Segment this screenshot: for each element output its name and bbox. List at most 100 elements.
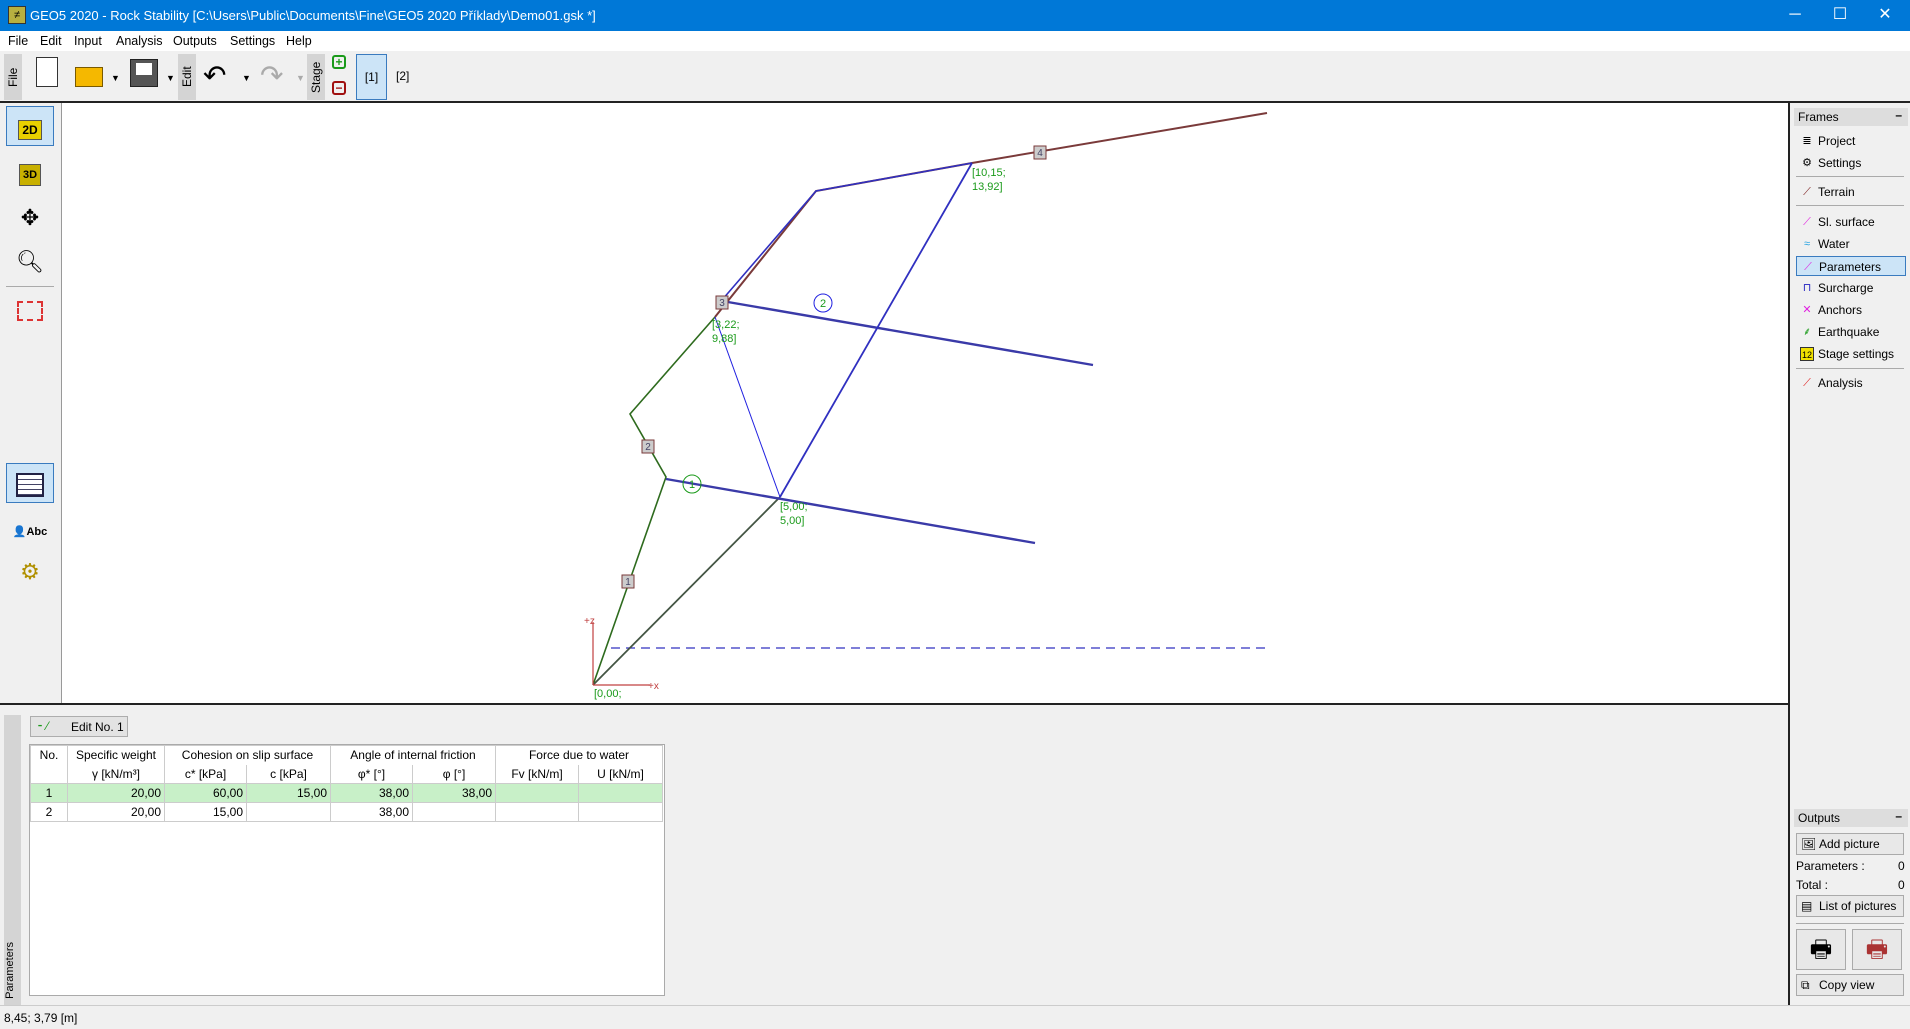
right-panel: Frames – ≣ Project ⚙ Settings ⟋ Terrain ⟋ Sl.… — [1788, 103, 1910, 1005]
table-icon — [16, 473, 44, 498]
zoom-magnifier-icon: 🔍︎ — [16, 249, 44, 274]
outputs-header: Outputs – — [1794, 809, 1908, 827]
frame-water[interactable]: ≈ Water — [1796, 234, 1906, 254]
frame-anchors[interactable]: ✕ Anchors — [1796, 300, 1906, 320]
drawing-canvas[interactable]: +z +x [10,15; 13,92] [3,22; 9,88] [5,00;… — [62, 103, 1788, 703]
frame-analysis[interactable]: ⟋ Analysis — [1796, 373, 1906, 393]
point-label: 13,92] — [972, 181, 1003, 193]
edit-button[interactable]: ⁃ ⁄ Edit No. 1 — [30, 716, 128, 737]
stage-tab-1[interactable]: [1] — [356, 54, 387, 100]
add-picture-button[interactable]: 🖼︎ Add picture — [1796, 833, 1904, 855]
cell — [246, 802, 331, 822]
frame-settings[interactable]: ⚙ Settings — [1796, 153, 1906, 173]
parameters-tab-label: Parameters — [4, 942, 16, 999]
col-header-water: Force due to water — [495, 745, 663, 765]
menu-file[interactable]: File — [8, 34, 28, 48]
frame-label: Earthquake — [1818, 325, 1880, 339]
water-icon: ≈ — [1803, 238, 1811, 250]
pan-button[interactable]: ✥ — [6, 197, 54, 237]
frame-label: Analysis — [1818, 376, 1863, 390]
print-button[interactable]: 🖶 — [1796, 929, 1846, 970]
terrain-point-label: 3 — [719, 298, 725, 309]
cell — [495, 802, 579, 822]
open-dropdown-arrow[interactable]: ▼ — [111, 73, 120, 83]
gear-icon: ⚙ — [20, 559, 40, 584]
parameters-side-tab[interactable]: Parameters — [4, 715, 21, 1005]
add-stage-icon[interactable]: + — [332, 55, 346, 69]
add-picture-label: Add picture — [1819, 837, 1880, 851]
frame-earthquake[interactable]: ⸙ Earthquake — [1796, 322, 1906, 342]
frame-project[interactable]: ≣ Project — [1796, 131, 1906, 151]
menu-edit[interactable]: Edit — [40, 34, 62, 48]
undo-dropdown-arrow[interactable]: ▼ — [242, 73, 251, 83]
subheader-phi: φ [°] — [412, 764, 496, 784]
maximize-button[interactable]: ☐ — [1820, 4, 1860, 26]
labels-button[interactable]: 👤Abc — [6, 507, 54, 547]
separator — [1796, 368, 1904, 369]
zoom-button[interactable]: 🔍︎ — [6, 241, 54, 281]
menu-settings[interactable]: Settings — [230, 34, 275, 48]
cell: 20,00 — [67, 783, 165, 803]
copy-view-label: Copy view — [1819, 978, 1875, 992]
cell — [578, 783, 663, 803]
new-file-icon[interactable] — [36, 57, 58, 87]
cell: 15,00 — [246, 783, 331, 803]
table-row[interactable]: 2 20,00 15,00 38,00 — [30, 802, 663, 822]
slip-surface-top — [721, 162, 973, 301]
view-2d-button[interactable]: 2D — [6, 106, 54, 146]
slip-surface-icon: ⟋ — [1803, 216, 1811, 228]
point-label: [3,22; — [712, 319, 740, 331]
stage-group-label: Stage — [307, 54, 325, 100]
minimize-button[interactable]: ─ — [1775, 4, 1815, 26]
print-pdf-button[interactable]: 🖶 — [1852, 929, 1902, 970]
save-dropdown-arrow[interactable]: ▼ — [166, 73, 175, 83]
gear-icon: ⚙ — [1802, 157, 1812, 169]
parameters-table[interactable]: No. Specific weight Cohesion on slip sur… — [29, 744, 665, 996]
frame-label: Stage settings — [1818, 347, 1895, 361]
menu-help[interactable]: Help — [286, 34, 312, 48]
menu-outputs[interactable]: Outputs — [173, 34, 217, 48]
close-button[interactable]: ✕ — [1865, 4, 1905, 26]
terrain-point-label: 4 — [1037, 148, 1043, 159]
frames-collapse-button[interactable]: – — [1895, 108, 1902, 122]
move-arrows-icon: ✥ — [20, 205, 40, 230]
cursor-coordinates: 8,45; 3,79 [m] — [4, 1011, 78, 1025]
surcharge-icon: ⊓ — [1802, 282, 1812, 294]
cell: 15,00 — [164, 802, 247, 822]
table-row[interactable]: 1 20,00 60,00 15,00 38,00 38,00 — [30, 783, 663, 803]
table-view-button[interactable] — [6, 463, 54, 503]
cell: 20,00 — [67, 802, 165, 822]
copy-view-button[interactable]: ⧉ Copy view — [1796, 974, 1904, 996]
undo-icon[interactable]: ↶ — [203, 59, 226, 93]
outputs-collapse-button[interactable]: – — [1895, 809, 1902, 823]
point-label: 9,88] — [712, 333, 736, 345]
frame-label: Sl. surface — [1818, 215, 1875, 229]
point-label: 5,00] — [780, 515, 804, 527]
x-axis-label: +x — [648, 681, 659, 692]
menu-input[interactable]: Input — [74, 34, 102, 48]
frame-terrain[interactable]: ⟋ Terrain — [1796, 182, 1906, 202]
frame-slip-surface[interactable]: ⟋ Sl. surface — [1796, 212, 1906, 232]
open-file-icon[interactable] — [75, 67, 103, 87]
fit-view-button[interactable] — [6, 289, 54, 329]
save-icon[interactable] — [130, 59, 158, 87]
subheader-fv: Fv [kN/m] — [495, 764, 579, 784]
frame-surcharge[interactable]: ⊓ Surcharge — [1796, 278, 1906, 298]
stage-tab-2[interactable]: [2] — [396, 69, 409, 83]
terrain-line — [714, 112, 1268, 318]
frame-parameters[interactable]: ⟋ Parameters — [1796, 256, 1906, 276]
remove-stage-icon[interactable]: − — [332, 81, 346, 95]
view-3d-button[interactable]: 3D — [6, 150, 54, 190]
cell: 38,00 — [330, 802, 413, 822]
settings-button[interactable]: ⚙ — [6, 551, 54, 591]
col-header-friction: Angle of internal friction — [330, 745, 496, 765]
list-of-pictures-button[interactable]: ▤ List of pictures — [1796, 895, 1904, 917]
col-header-cohesion: Cohesion on slip surface — [164, 745, 331, 765]
parameters-icon: ⟋ — [1804, 261, 1812, 273]
model-drawing[interactable]: +z +x [10,15; 13,92] [3,22; 9,88] [5,00;… — [62, 103, 1788, 703]
redo-dropdown-arrow: ▼ — [296, 73, 305, 83]
terrain-point-label: 2 — [645, 442, 651, 453]
frame-stage-settings[interactable]: 12 Stage settings — [1796, 344, 1906, 364]
slip-plane-line — [779, 162, 973, 498]
menu-analysis[interactable]: Analysis — [116, 34, 163, 48]
